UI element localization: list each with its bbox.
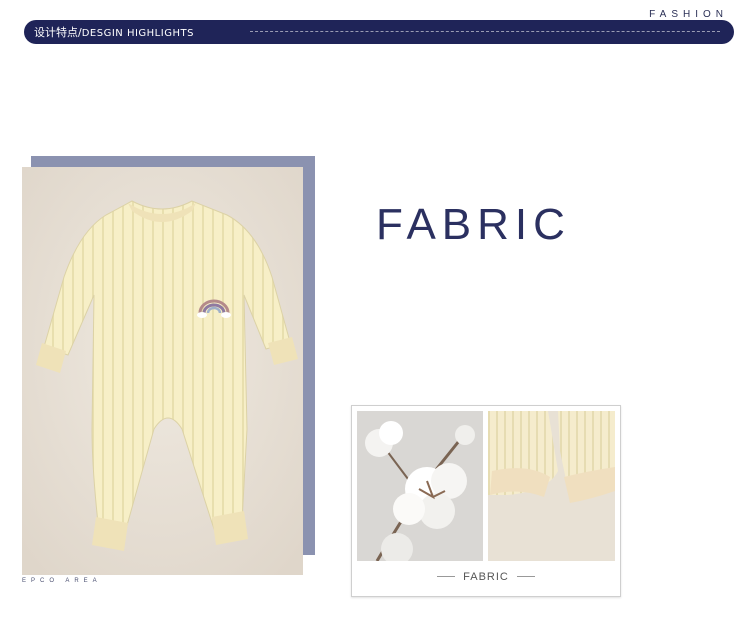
detail-caption: FABRIC xyxy=(352,566,620,586)
section-header: 设计特点/DESGIN HIGHLIGHTS xyxy=(24,20,734,44)
caption-text: FABRIC xyxy=(463,570,509,583)
section-title: 设计特点/DESGIN HIGHLIGHTS xyxy=(34,24,194,40)
area-tag: EPCO AREA xyxy=(22,578,102,584)
cuff-photo xyxy=(488,411,615,561)
header-divider xyxy=(250,31,720,32)
romper-photo xyxy=(22,167,303,575)
caption-line-left xyxy=(437,576,456,577)
cotton-photo xyxy=(357,411,483,561)
brand-tag: FASHION xyxy=(649,9,728,20)
fabric-heading: FABRIC xyxy=(376,200,571,249)
caption-line-right xyxy=(516,576,535,577)
detail-frame: FABRIC xyxy=(351,405,621,597)
section-title-en: DESGIN HIGHLIGHTS xyxy=(81,28,194,39)
section-title-cn: 设计特点/ xyxy=(34,26,82,39)
